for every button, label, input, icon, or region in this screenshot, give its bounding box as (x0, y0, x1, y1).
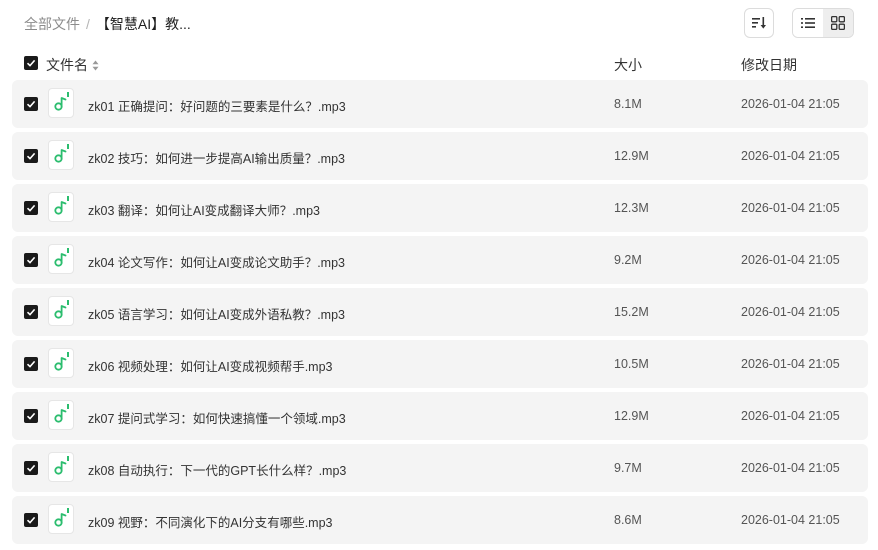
column-header-row: 文件名 大小 修改日期 (0, 54, 878, 74)
sort-caret-icon (92, 60, 99, 71)
row-checkbox[interactable] (24, 149, 38, 163)
file-row[interactable]: zk08 自动执行：下一代的GPT长什么样？.mp3 9.7M 2026-01-04… (12, 444, 868, 492)
row-checkbox[interactable] (24, 357, 38, 371)
file-name[interactable]: zk09 视野：不同演化下的AI分支有哪些.mp3 (88, 512, 332, 531)
file-size: 12.9M (614, 409, 649, 423)
check-icon (26, 360, 36, 368)
file-size: 15.2M (614, 305, 649, 319)
file-name[interactable]: zk07 提问式学习：如何快速搞懂一个领域.mp3 (88, 408, 346, 427)
file-name[interactable]: zk03 翻译：如何让AI变成翻译大师？.mp3 (88, 200, 320, 219)
row-checkbox[interactable] (24, 409, 38, 423)
file-row[interactable]: zk02 技巧：如何进一步提高AI输出质量？.mp3 12.9M 2026-01-0… (12, 132, 868, 180)
row-checkbox[interactable] (24, 513, 38, 527)
row-checkbox[interactable] (24, 461, 38, 475)
file-date: 2026-01-04 21:05 (741, 357, 840, 371)
file-row[interactable]: zk09 视野：不同演化下的AI分支有哪些.mp3 8.6M 2026-01-04 … (12, 496, 868, 544)
audio-file-icon (48, 400, 74, 430)
file-size: 12.9M (614, 149, 649, 163)
grid-view-icon (831, 16, 845, 30)
audio-file-icon (48, 192, 74, 222)
list-view-button[interactable] (793, 9, 823, 37)
breadcrumb: 全部文件 / 【智慧AI】教... (24, 14, 191, 34)
view-toggle (792, 8, 854, 38)
sort-button[interactable] (744, 8, 774, 38)
check-icon (26, 308, 36, 316)
file-size: 9.2M (614, 253, 642, 267)
file-date: 2026-01-04 21:05 (741, 97, 840, 111)
grid-view-button[interactable] (823, 9, 853, 37)
breadcrumb-separator: / (86, 16, 90, 32)
audio-file-icon (48, 296, 74, 326)
audio-file-icon (48, 244, 74, 274)
file-date: 2026-01-04 21:05 (741, 201, 840, 215)
file-size: 9.7M (614, 461, 642, 475)
file-row[interactable]: zk06 视频处理：如何让AI变成视频帮手.mp3 10.5M 2026-01-04… (12, 340, 868, 388)
file-date: 2026-01-04 21:05 (741, 513, 840, 527)
select-all-checkbox[interactable] (24, 56, 38, 70)
breadcrumb-root-link[interactable]: 全部文件 (24, 14, 80, 34)
file-row[interactable]: zk03 翻译：如何让AI变成翻译大师？.mp3 12.3M 2026-01-04 … (12, 184, 868, 232)
file-size: 10.5M (614, 357, 649, 371)
file-date: 2026-01-04 21:05 (741, 149, 840, 163)
check-icon (26, 464, 36, 472)
row-checkbox[interactable] (24, 201, 38, 215)
file-name[interactable]: zk04 论文写作：如何让AI变成论文助手？.mp3 (88, 252, 345, 271)
file-date: 2026-01-04 21:05 (741, 253, 840, 267)
check-icon (26, 100, 36, 108)
audio-file-icon (48, 88, 74, 118)
file-name[interactable]: zk08 自动执行：下一代的GPT长什么样？.mp3 (88, 460, 346, 479)
row-checkbox[interactable] (24, 305, 38, 319)
file-row[interactable]: zk05 语言学习：如何让AI变成外语私教？.mp3 15.2M 2026-01-0… (12, 288, 868, 336)
row-checkbox[interactable] (24, 97, 38, 111)
column-header-size[interactable]: 大小 (614, 55, 642, 75)
check-icon (26, 59, 36, 67)
row-checkbox[interactable] (24, 253, 38, 267)
file-row[interactable]: zk01 正确提问：好问题的三要素是什么？.mp3 8.1M 2026-01-04 … (12, 80, 868, 128)
audio-file-icon (48, 140, 74, 170)
audio-file-icon (48, 348, 74, 378)
column-header-date[interactable]: 修改日期 (741, 55, 797, 75)
check-icon (26, 516, 36, 524)
file-date: 2026-01-04 21:05 (741, 409, 840, 423)
check-icon (26, 256, 36, 264)
file-row[interactable]: zk07 提问式学习：如何快速搞懂一个领域.mp3 12.9M 2026-01-04… (12, 392, 868, 440)
file-name[interactable]: zk02 技巧：如何进一步提高AI输出质量？.mp3 (88, 148, 345, 167)
file-name[interactable]: zk01 正确提问：好问题的三要素是什么？.mp3 (88, 96, 346, 115)
file-row[interactable]: zk04 论文写作：如何让AI变成论文助手？.mp3 9.2M 2026-01-04… (12, 236, 868, 284)
file-date: 2026-01-04 21:05 (741, 461, 840, 475)
file-date: 2026-01-04 21:05 (741, 305, 840, 319)
file-size: 12.3M (614, 201, 649, 215)
file-size: 8.6M (614, 513, 642, 527)
check-icon (26, 412, 36, 420)
column-header-name-label: 文件名 (46, 57, 88, 73)
sort-icon (752, 17, 766, 29)
audio-file-icon (48, 504, 74, 534)
check-icon (26, 152, 36, 160)
file-name[interactable]: zk05 语言学习：如何让AI变成外语私教？.mp3 (88, 304, 345, 323)
column-header-name[interactable]: 文件名 (46, 55, 99, 75)
file-name[interactable]: zk06 视频处理：如何让AI变成视频帮手.mp3 (88, 356, 332, 375)
file-size: 8.1M (614, 97, 642, 111)
check-icon (26, 204, 36, 212)
audio-file-icon (48, 452, 74, 482)
file-browser: 全部文件 / 【智慧AI】教... 文件名 大小 修改日期 zk01 正确提问：… (0, 0, 878, 550)
breadcrumb-current-folder: 【智慧AI】教... (95, 16, 191, 32)
list-view-icon (801, 18, 815, 28)
